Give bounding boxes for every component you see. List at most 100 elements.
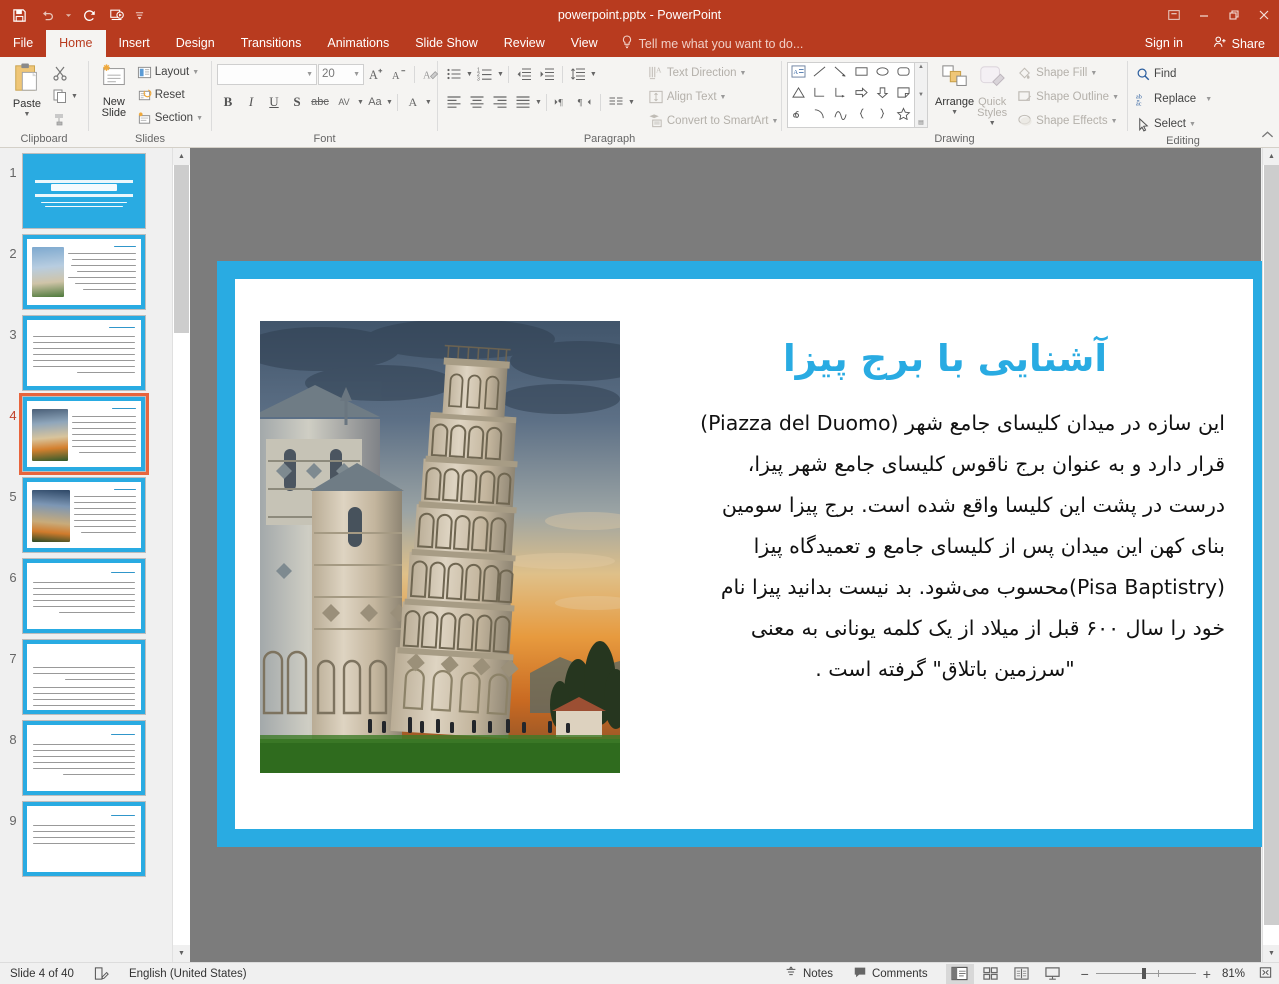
rtl-icon[interactable]: ¶ xyxy=(574,91,596,113)
tab-view[interactable]: View xyxy=(558,30,611,57)
undo-icon[interactable] xyxy=(34,3,60,27)
window-controls[interactable] xyxy=(1159,0,1279,30)
underline-button[interactable]: U xyxy=(263,91,285,113)
slide-editing-area[interactable]: آشنایی با برج پیزا این سازه در میدان کلی… xyxy=(190,148,1261,962)
tab-review[interactable]: Review xyxy=(491,30,558,57)
zoom-out-button[interactable]: − xyxy=(1081,966,1089,982)
slide-sorter-icon[interactable] xyxy=(977,964,1005,984)
layout-dropdown-icon[interactable]: ▼ xyxy=(192,69,199,76)
reset-button[interactable]: Reset xyxy=(134,84,206,106)
start-slideshow-icon[interactable] xyxy=(104,3,130,27)
left-brace-icon[interactable] xyxy=(854,107,869,125)
quick-styles-dropdown-icon[interactable]: ▼ xyxy=(989,120,996,127)
zoom-thumb[interactable] xyxy=(1142,968,1146,979)
leaning-tower-of-pisa-photo[interactable] xyxy=(260,321,620,773)
restore-icon[interactable] xyxy=(1219,0,1249,30)
strikethrough-button[interactable]: abc xyxy=(309,91,331,113)
columns-icon[interactable] xyxy=(605,91,627,113)
shape-fill-dropdown-icon[interactable]: ▼ xyxy=(1090,70,1097,77)
tab-slide-show[interactable]: Slide Show xyxy=(402,30,491,57)
fit-slide-icon[interactable] xyxy=(1252,965,1273,983)
font-size-input[interactable]: 20 ▼ xyxy=(318,64,364,85)
rounded-rectangle-icon[interactable] xyxy=(896,65,911,83)
normal-view-icon[interactable] xyxy=(946,964,974,984)
comments-button[interactable]: Comments xyxy=(843,963,938,984)
shape-effects-button[interactable]: Shape Effects ▼ xyxy=(1014,110,1122,132)
slide-area-scrollbar[interactable]: ▲ ▼ xyxy=(1262,148,1279,962)
scrollbar-track[interactable] xyxy=(173,165,190,945)
format-painter-icon[interactable] xyxy=(49,108,71,130)
notes-button[interactable]: Notes xyxy=(774,963,843,984)
gallery-up-icon[interactable]: ▲ xyxy=(918,64,924,70)
shapes-gallery[interactable]: A xyxy=(787,62,915,128)
scribble-icon[interactable] xyxy=(791,107,806,125)
ribbon-display-options-icon[interactable] xyxy=(1159,0,1189,30)
section-dropdown-icon[interactable]: ▼ xyxy=(196,115,203,122)
redo-icon[interactable] xyxy=(76,3,102,27)
slide-counter[interactable]: Slide 4 of 40 xyxy=(0,963,84,984)
select-dropdown-icon[interactable]: ▼ xyxy=(1189,121,1196,128)
thumbnail-item-2[interactable]: 2 xyxy=(0,229,172,310)
paste-button[interactable]: Paste ▼ xyxy=(5,60,49,118)
font-size-dropdown-icon[interactable]: ▼ xyxy=(353,71,360,78)
thumbnail-preview[interactable] xyxy=(22,477,146,553)
tell-me-search[interactable]: Tell me what you want to do... xyxy=(611,30,814,57)
line-spacing-icon[interactable] xyxy=(567,63,589,85)
down-arrow-icon[interactable] xyxy=(875,86,890,104)
font-name-input[interactable]: ▼ xyxy=(217,64,317,85)
minimize-icon[interactable] xyxy=(1189,0,1219,30)
text-direction-button[interactable]: A Text Direction ▼ xyxy=(645,62,782,84)
star-icon[interactable] xyxy=(896,107,911,125)
text-shadow-button[interactable]: S xyxy=(286,91,308,113)
character-spacing-dropdown-icon[interactable]: ▼ xyxy=(357,99,364,106)
current-slide[interactable]: آشنایی با برج پیزا این سازه در میدان کلی… xyxy=(217,261,1271,847)
change-case-button[interactable]: Aa xyxy=(365,91,385,113)
font-color-dropdown-icon[interactable]: ▼ xyxy=(425,99,432,106)
shape-outline-button[interactable]: Shape Outline ▼ xyxy=(1014,86,1122,108)
quick-access-toolbar[interactable] xyxy=(0,3,146,27)
thumbnail-preview[interactable] xyxy=(22,234,146,310)
slide-title[interactable]: آشنایی با برج پیزا xyxy=(665,337,1225,381)
sign-in-link[interactable]: Sign in xyxy=(1145,30,1183,57)
thumbnail-preview[interactable] xyxy=(22,639,146,715)
line-spacing-dropdown-icon[interactable]: ▼ xyxy=(590,71,597,78)
replace-dropdown-icon[interactable]: ▼ xyxy=(1205,96,1212,103)
justify-dropdown-icon[interactable]: ▼ xyxy=(535,99,542,106)
tab-home[interactable]: Home xyxy=(46,30,105,57)
thumbnail-preview[interactable] xyxy=(22,315,146,391)
zoom-track[interactable] xyxy=(1096,973,1196,974)
triangle-icon[interactable] xyxy=(791,86,806,104)
thumbnail-preview[interactable] xyxy=(22,558,146,634)
shape-outline-dropdown-icon[interactable]: ▼ xyxy=(1112,94,1119,101)
paste-dropdown-icon[interactable]: ▼ xyxy=(24,111,31,118)
align-text-button[interactable]: Align Text ▼ xyxy=(645,86,782,108)
font-color-button[interactable]: A xyxy=(402,91,424,113)
section-button[interactable]: Section ▼ xyxy=(134,107,206,129)
gallery-more-icon[interactable]: ▤ xyxy=(918,119,924,126)
language-indicator[interactable]: English (United States) xyxy=(119,963,257,984)
thumbnail-item-4[interactable]: 4 xyxy=(0,391,172,472)
tab-file[interactable]: File xyxy=(0,30,46,57)
slide-body-text[interactable]: این سازه در میدان کلیسای جامع شهر (Piazz… xyxy=(665,403,1225,690)
italic-button[interactable]: I xyxy=(240,91,262,113)
scrollbar-thumb[interactable] xyxy=(1264,165,1279,925)
scrollbar-track[interactable] xyxy=(1263,165,1279,945)
close-icon[interactable] xyxy=(1249,0,1279,30)
oval-icon[interactable] xyxy=(875,65,890,83)
zoom-slider[interactable]: − + 81% xyxy=(1075,965,1279,983)
thumbnail-item-1[interactable]: 1 xyxy=(0,148,172,229)
tab-transitions[interactable]: Transitions xyxy=(228,30,315,57)
reading-view-icon[interactable] xyxy=(1008,964,1036,984)
convert-to-smartart-dropdown-icon[interactable]: ▼ xyxy=(772,118,779,125)
align-center-icon[interactable] xyxy=(466,91,488,113)
character-spacing-button[interactable]: AV xyxy=(332,91,356,113)
tab-insert[interactable]: Insert xyxy=(106,30,163,57)
rectangle-icon[interactable] xyxy=(854,65,869,83)
thumbnail-preview[interactable] xyxy=(22,153,146,229)
thumbnail-preview[interactable] xyxy=(22,801,146,877)
cut-icon[interactable] xyxy=(49,62,71,84)
right-arrow-icon[interactable] xyxy=(854,86,869,104)
text-direction-dropdown-icon[interactable]: ▼ xyxy=(740,70,747,77)
arrow-icon[interactable] xyxy=(833,65,848,83)
gallery-down-icon[interactable]: ▼ xyxy=(918,92,924,98)
